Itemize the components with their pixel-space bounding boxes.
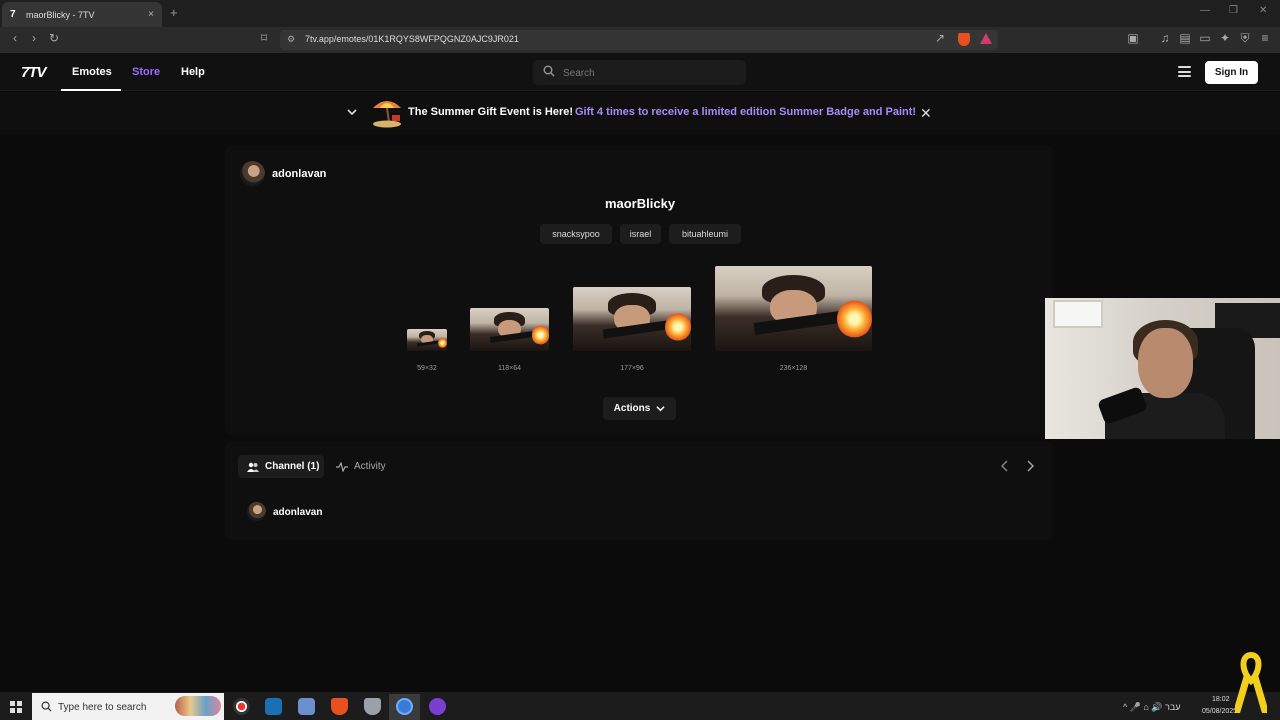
chevron-left-icon[interactable] bbox=[1000, 460, 1010, 472]
url-text[interactable]: 7tv.app/emotes/01K1RQYS8WFPQGNZ0AJC9JR02… bbox=[305, 34, 519, 44]
nav-help[interactable]: Help bbox=[181, 66, 205, 78]
close-window-icon[interactable]: ✕ bbox=[1259, 5, 1267, 16]
emote-size-label: 118×64 bbox=[497, 365, 522, 372]
leo-ai-icon[interactable]: ✦ bbox=[1218, 31, 1232, 45]
maximize-icon[interactable]: ❐ bbox=[1229, 5, 1238, 16]
chrome-app-icon[interactable] bbox=[233, 698, 250, 715]
files-app-icon[interactable] bbox=[298, 698, 315, 715]
search-input[interactable] bbox=[563, 66, 733, 80]
chevron-right-icon[interactable] bbox=[1025, 460, 1035, 472]
forward-icon[interactable]: › bbox=[27, 31, 41, 45]
emote-tag[interactable]: israel bbox=[620, 224, 661, 244]
nav-active-indicator bbox=[61, 89, 121, 91]
search-highlight-image bbox=[175, 696, 221, 716]
emote-tag[interactable]: bituahleumi bbox=[669, 224, 741, 244]
system-tray[interactable]: ^ 🎤 ⌂ 🔊 עבר bbox=[1123, 702, 1181, 713]
tab-activity[interactable]: Activity bbox=[336, 455, 386, 478]
taskbar-search-placeholder: Type here to search bbox=[58, 702, 147, 713]
tab-channel[interactable]: Channel (1) bbox=[238, 455, 324, 478]
sidebar-icon[interactable]: ▤ bbox=[1178, 31, 1192, 45]
channel-avatar[interactable] bbox=[247, 502, 266, 521]
actions-label: Actions bbox=[613, 403, 651, 414]
search-icon bbox=[41, 701, 52, 712]
7tv-favicon-icon: 7 bbox=[10, 8, 16, 20]
media-icon[interactable]: ♫ bbox=[1158, 31, 1172, 45]
emote-preview-3x[interactable] bbox=[573, 287, 691, 351]
banner-close-icon[interactable]: ✕ bbox=[920, 105, 932, 122]
site-info-icon[interactable]: ⚙ bbox=[284, 34, 298, 45]
chevron-down-icon bbox=[656, 406, 665, 412]
browser-tab-bar bbox=[0, 0, 1280, 27]
nav-store[interactable]: Store bbox=[132, 66, 160, 78]
clock-date[interactable]: 05/08/2025 bbox=[1202, 708, 1237, 715]
extension-icon[interactable]: ▣ bbox=[1126, 31, 1140, 45]
reload-icon[interactable]: ↻ bbox=[47, 31, 61, 45]
emote-preview-4x[interactable] bbox=[715, 266, 872, 351]
beach-umbrella-icon bbox=[373, 101, 401, 128]
back-icon[interactable]: ‹ bbox=[8, 31, 22, 45]
browser-menu-icon[interactable]: ≡ bbox=[1258, 31, 1272, 45]
tab-channel-label: Channel (1) bbox=[265, 461, 320, 472]
brave-shield-icon[interactable] bbox=[958, 33, 970, 46]
sign-in-button[interactable]: Sign In bbox=[1205, 61, 1258, 84]
steam-app-icon[interactable] bbox=[265, 698, 282, 715]
banner-link[interactable]: Gift 4 times to receive a limited editio… bbox=[575, 106, 916, 118]
brave-app-icon[interactable] bbox=[331, 698, 348, 715]
site-logo[interactable]: 7TV bbox=[21, 64, 46, 81]
chevron-down-icon[interactable] bbox=[347, 107, 357, 117]
bookmark-icon[interactable]: ⌑ bbox=[257, 31, 271, 45]
streaming-app-icon[interactable] bbox=[429, 698, 446, 715]
emote-preview-1x[interactable] bbox=[407, 329, 447, 351]
emote-preview-2x[interactable] bbox=[470, 308, 549, 351]
wallet-icon[interactable]: ▭ bbox=[1198, 31, 1212, 45]
users-icon bbox=[247, 462, 259, 472]
browser-app-icon[interactable] bbox=[396, 698, 413, 715]
owner-avatar[interactable] bbox=[240, 161, 265, 186]
activity-icon bbox=[336, 461, 348, 472]
emote-name: maorBlicky bbox=[604, 196, 676, 211]
yellow-ribbon-icon bbox=[1235, 651, 1267, 713]
clock-time[interactable]: 18:02 bbox=[1212, 696, 1230, 703]
browser-tab[interactable]: 7 maorBlicky - 7TV × bbox=[2, 2, 162, 27]
emote-size-label: 59×32 bbox=[417, 365, 437, 372]
share-icon[interactable]: ↗ bbox=[933, 31, 947, 45]
emote-size-label: 236×128 bbox=[779, 365, 808, 372]
brave-beta-app-icon[interactable] bbox=[364, 698, 381, 715]
new-tab-button[interactable]: + bbox=[170, 5, 178, 20]
tab-title: maorBlicky - 7TV bbox=[26, 9, 95, 20]
tab-activity-label: Activity bbox=[354, 461, 386, 472]
search-icon bbox=[543, 65, 555, 77]
owner-name[interactable]: adonlavan bbox=[272, 168, 326, 180]
hamburger-menu-icon[interactable] bbox=[1178, 66, 1191, 77]
nav-emotes[interactable]: Emotes bbox=[72, 66, 112, 78]
emote-tag[interactable]: snacksypoo bbox=[540, 224, 612, 244]
channel-name[interactable]: adonlavan bbox=[273, 507, 322, 518]
vpn-icon[interactable]: ⛨ bbox=[1238, 31, 1252, 46]
minimize-icon[interactable]: — bbox=[1200, 5, 1210, 16]
windows-start-icon[interactable] bbox=[10, 701, 22, 713]
tab-close-button[interactable]: × bbox=[148, 9, 154, 20]
brave-rewards-icon[interactable] bbox=[980, 33, 992, 44]
banner-title: The Summer Gift Event is Here! bbox=[408, 106, 574, 118]
actions-button[interactable]: Actions bbox=[603, 397, 676, 420]
webcam-overlay bbox=[1045, 298, 1280, 439]
emote-size-label: 177×96 bbox=[620, 365, 644, 372]
